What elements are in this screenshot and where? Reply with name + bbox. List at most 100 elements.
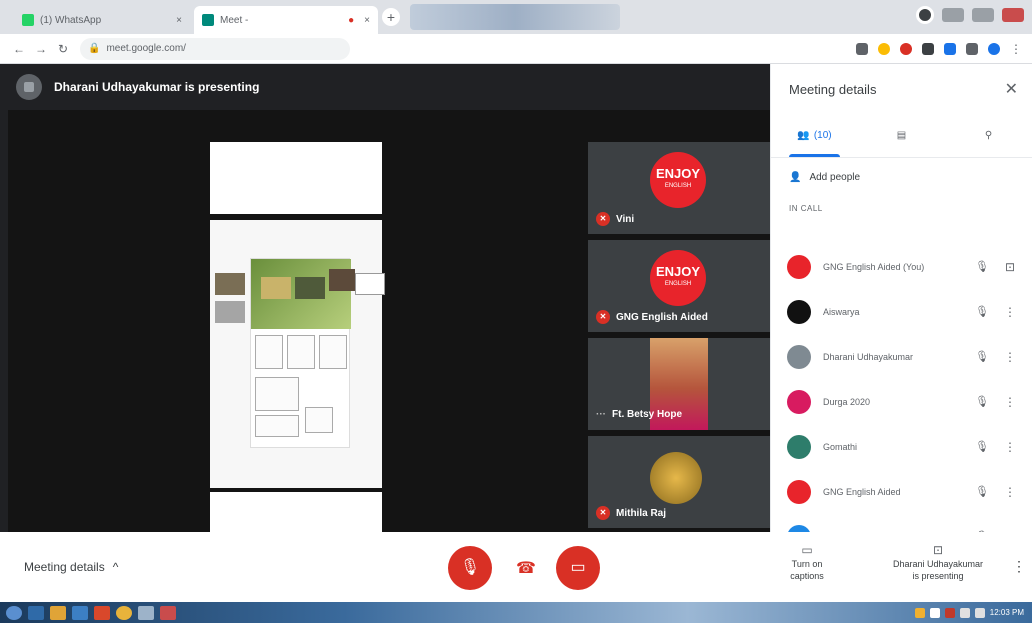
taskbar-app-icon[interactable] <box>28 605 44 620</box>
participant-name: GNG English Aided <box>823 486 901 497</box>
tray-icon[interactable] <box>944 607 955 618</box>
taskbar-app-icon[interactable] <box>72 605 88 620</box>
add-people-label: Add people <box>809 171 861 183</box>
presenting-line1: Dharani Udhayakumar <box>892 559 984 569</box>
mic-off-icon: 🎙 <box>975 396 989 408</box>
taskbar-app-icon[interactable] <box>160 605 176 620</box>
close-tab-icon[interactable]: × <box>364 15 370 26</box>
participant-tile[interactable]: ✕ Mithila Raj <box>588 436 770 528</box>
forward-icon[interactable]: → <box>30 42 52 56</box>
people-count: (10) <box>813 130 832 141</box>
minimize-button[interactable] <box>942 8 964 22</box>
participant-avatar <box>787 479 811 504</box>
mic-off-icon: 🎙 <box>459 559 481 576</box>
participant-tile[interactable]: ENJOY ENGLISH ✕ GNG English Aided <box>588 240 770 332</box>
taskbar-app-icon[interactable] <box>94 605 110 620</box>
url-field[interactable]: 🔒 meet.google.com/ <box>80 37 350 60</box>
mic-off-icon: ✕ <box>596 212 610 226</box>
pin-icon[interactable]: ⊡ <box>1003 260 1017 274</box>
close-tab-icon[interactable]: × <box>176 15 182 26</box>
participant-row[interactable]: Dharani Udhayakumar 🎙 ⋮ <box>771 334 1032 379</box>
enjoy-english-logo: ENJOY ENGLISH <box>650 250 706 306</box>
tab-meet[interactable]: Meet - ● × <box>194 6 378 34</box>
key-icon[interactable] <box>856 42 868 55</box>
add-people-button[interactable]: 👤 Add people <box>771 158 1032 196</box>
extension-icon[interactable] <box>900 42 912 55</box>
reload-icon[interactable]: ↻ <box>52 42 74 56</box>
add-person-icon: 👤 <box>789 171 802 183</box>
address-bar: ← → ↻ 🔒 meet.google.com/ ⋮ <box>0 34 1032 64</box>
participant-avatar <box>787 389 811 414</box>
more-options-icon[interactable]: ⋮ <box>1003 440 1017 454</box>
participant-row[interactable]: Gomathi 🎙 ⋮ <box>771 424 1032 469</box>
more-options-icon[interactable]: ⋮ <box>1003 395 1017 409</box>
participant-name: Dharani Udhayakumar <box>823 351 914 362</box>
slide-thumbnail <box>210 492 382 532</box>
tray-icon[interactable] <box>914 607 925 618</box>
more-options-icon[interactable]: ⋮ <box>1003 350 1017 364</box>
tray-icon[interactable] <box>929 607 940 618</box>
mic-off-icon: 🎙 <box>975 306 989 318</box>
close-window-button[interactable] <box>1002 8 1024 22</box>
mic-toggle-button[interactable]: 🎙 <box>448 546 492 590</box>
tab-whatsapp[interactable]: (1) WhatsApp × <box>14 6 190 34</box>
participant-name: Durga 2020 <box>823 396 871 407</box>
close-icon[interactable]: ✕ <box>1005 79 1018 99</box>
captions-icon: ▭ <box>801 543 813 557</box>
participant-name: Mithila Raj <box>616 507 667 519</box>
participant-tile[interactable]: ENJOY ENGLISH ✕ Vini <box>588 142 770 234</box>
participant-row[interactable]: Harshini Revathy🎙⋮ <box>771 514 1032 532</box>
clock-text[interactable]: 12:03 PM <box>990 608 1024 617</box>
back-icon[interactable]: ← <box>8 42 30 56</box>
panel-title: Meeting details <box>789 81 877 97</box>
mic-off-icon: ✕ <box>596 506 610 520</box>
presentation-stage: Dharani Udhayakumar is presenting ENJOY E… <box>0 64 770 532</box>
meeting-details-button[interactable]: Meeting details ^ <box>24 560 118 574</box>
mic-off-icon: 🎙 <box>975 351 989 363</box>
call-controls: Meeting details ^ 🎙 ☎ ▭ ▭ Turn on captio… <box>0 532 1032 602</box>
chrome-icon[interactable] <box>116 605 132 620</box>
participant-tile[interactable]: ··· Ft. Betsy Hope <box>588 338 770 430</box>
captions-button[interactable]: ▭ Turn on captions <box>776 544 838 582</box>
new-tab-button[interactable]: + <box>382 8 400 26</box>
presentation-status-button[interactable]: ⊡ Dharani Udhayakumar is presenting <box>884 544 992 582</box>
folder-icon[interactable] <box>50 605 66 620</box>
activities-icon: ⚲ <box>984 130 993 141</box>
participant-row[interactable]: GNG English Aided 🎙 ⋮ <box>771 469 1032 514</box>
extension-icons: ⋮ <box>856 42 1032 56</box>
participant-name: GNG English Aided <box>616 311 708 323</box>
shared-slide <box>210 220 385 488</box>
leave-call-button[interactable]: ☎ <box>512 558 540 577</box>
profile-icon[interactable] <box>916 6 934 24</box>
more-options-icon[interactable]: ⋮ <box>1003 305 1017 319</box>
in-call-section-label: IN CALL <box>789 204 823 213</box>
participant-row[interactable]: GNG English Aided (You) 🎙 ⊡ <box>771 244 1032 289</box>
tab-activities[interactable]: ⚲ <box>945 114 1032 157</box>
tab-label: (1) WhatsApp <box>40 14 102 26</box>
camera-toggle-button[interactable]: ▭ <box>556 546 600 590</box>
taskbar-app-icon[interactable] <box>138 605 154 620</box>
menu-kebab-icon[interactable]: ⋮ <box>1010 42 1022 56</box>
participant-row[interactable]: Aiswarya 🎙 ⋮ <box>771 289 1032 334</box>
participant-tiles: ENJOY ENGLISH ✕ Vini ENJOY ENGLISH ✕ GNG Eng… <box>588 142 770 532</box>
participant-avatar <box>787 299 811 324</box>
start-button-icon[interactable] <box>6 605 22 620</box>
participant-row[interactable]: Durga 2020 🎙 ⋮ <box>771 379 1032 424</box>
tab-people[interactable]: 👥 (10) <box>771 114 858 157</box>
profile-avatar-icon[interactable] <box>988 42 1000 55</box>
network-icon[interactable] <box>959 607 970 618</box>
star-icon[interactable] <box>878 42 890 55</box>
tab-chat[interactable]: ▤ <box>858 114 945 157</box>
extension-icon[interactable] <box>944 42 956 55</box>
people-icon: 👥 <box>797 130 810 141</box>
more-options-icon[interactable]: ⋮ <box>1012 558 1026 575</box>
participant-avatar <box>650 452 702 504</box>
maximize-button[interactable] <box>972 8 994 22</box>
participant-avatar <box>787 434 811 459</box>
volume-icon[interactable] <box>974 607 985 618</box>
presenting-banner: Dharani Udhayakumar is presenting <box>16 74 259 100</box>
puzzle-icon[interactable] <box>966 42 978 55</box>
more-options-icon[interactable]: ⋮ <box>1003 485 1017 499</box>
extension-icon[interactable] <box>922 42 934 55</box>
lock-icon: 🔒 <box>88 43 101 54</box>
